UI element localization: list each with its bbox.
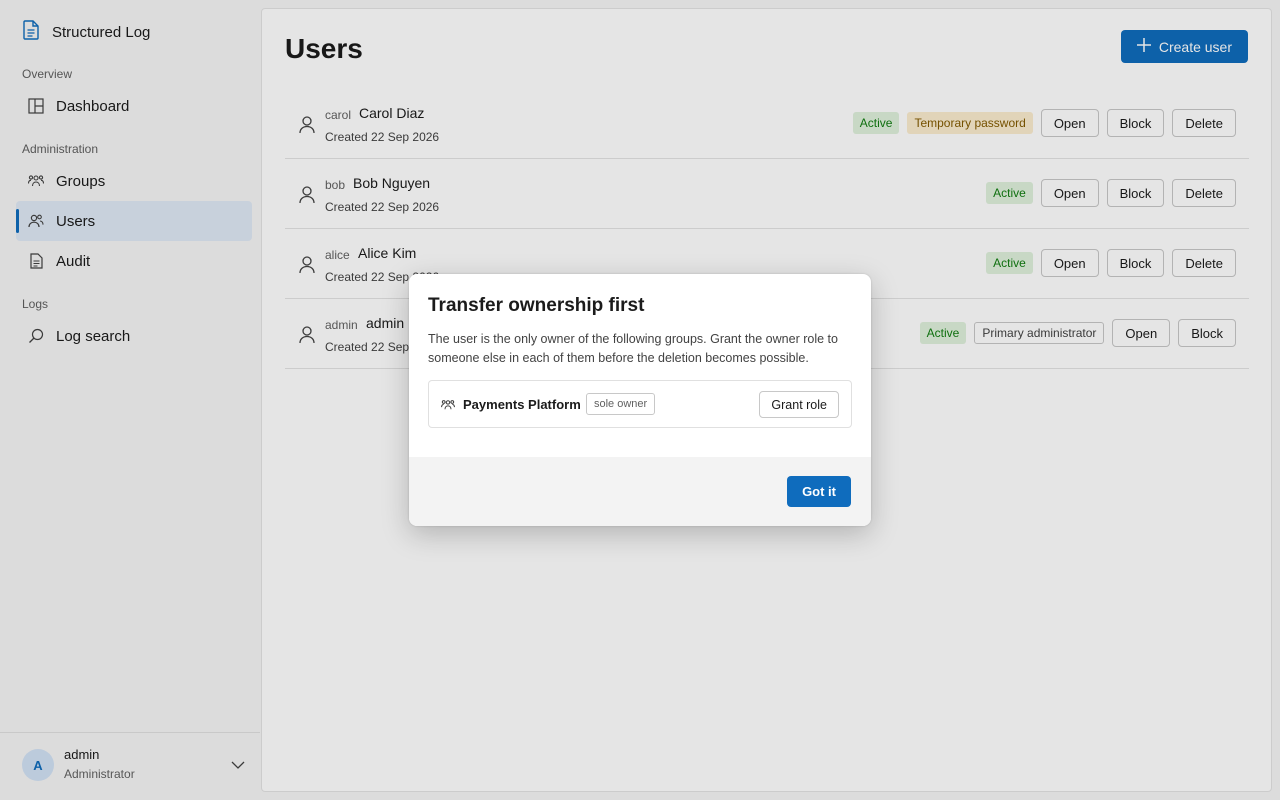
sole-owner-tag: sole owner — [586, 393, 656, 415]
group-card: Payments Platform sole owner Grant role — [428, 380, 852, 428]
dialog-footer: Got it — [409, 457, 871, 526]
people-group-icon — [441, 398, 455, 416]
transfer-ownership-dialog: Transfer ownership first The user is the… — [409, 274, 871, 526]
dialog-description: The user is the only owner of the follow… — [428, 332, 838, 365]
got-it-button[interactable]: Got it — [787, 476, 851, 507]
dialog-title: Transfer ownership first — [428, 295, 645, 316]
group-name: Payments Platform — [463, 397, 581, 412]
grant-role-button[interactable]: Grant role — [759, 391, 839, 418]
